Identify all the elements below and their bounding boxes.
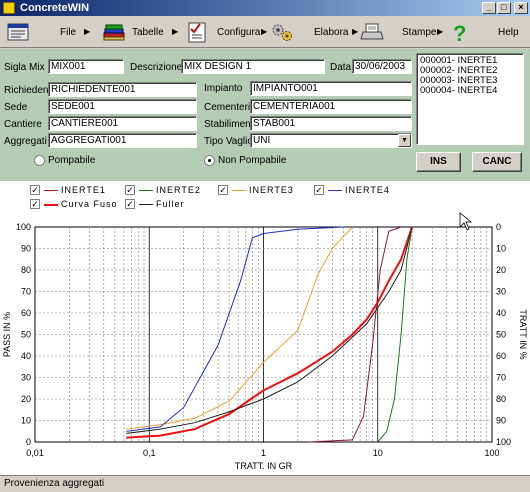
x-axis-label: TRATT. IN GR — [235, 461, 293, 471]
y-axis-label-right: TRATT IN % — [518, 309, 528, 359]
descrizione-label: Descrizione — [130, 62, 183, 73]
y-tick-label-right: 90 — [496, 416, 506, 426]
menu-elabora-label: Elabora — [314, 27, 349, 38]
checklist-icon — [188, 22, 206, 43]
y-tick-label-right: 0 — [496, 222, 501, 232]
sede-label: Sede — [4, 102, 28, 113]
y-tick-label-right: 20 — [496, 265, 506, 275]
impianto-field[interactable]: IMPIANTO001 — [250, 81, 412, 96]
menu-help-label: Help — [498, 27, 519, 38]
menu-tabelle-label: Tabelle — [132, 27, 164, 38]
maximize-button[interactable]: □ — [497, 2, 511, 14]
sede-field[interactable]: SEDE001 — [48, 99, 197, 114]
y-tick-label: 10 — [21, 416, 31, 426]
menu-help[interactable]: ? Help — [448, 19, 524, 45]
app-icon — [3, 2, 15, 14]
y-tick-label-right: 30 — [496, 287, 506, 297]
non-pompabile-label: Non Pompabile — [218, 155, 287, 166]
y-tick-label-right: 100 — [496, 437, 511, 447]
menu-configura-label: Configura — [217, 27, 261, 38]
books-icon — [103, 24, 125, 41]
window-title: ConcreteWIN — [20, 2, 90, 14]
cementeria-field[interactable]: CEMENTERIA001 — [250, 99, 412, 114]
y-tick-label: 40 — [21, 351, 31, 361]
chevron-down-icon: ▶ — [352, 27, 359, 36]
menu-stampe-label: Stampe — [402, 27, 437, 38]
y-tick-label: 60 — [21, 308, 31, 318]
descrizione-field[interactable]: MIX DESIGN 1 — [181, 59, 325, 74]
chevron-down-icon: ▶ — [84, 27, 91, 36]
y-tick-label: 20 — [21, 394, 31, 404]
menu-file-label: File — [60, 27, 77, 38]
chart-area: ✓ INERTE1 ✓ INERTE2 ✓ INERTE3 ✓ INERTE4 ✓ Curva F… — [0, 181, 530, 475]
chevron-down-icon: ▶ — [261, 27, 268, 36]
printer-icon — [360, 23, 384, 40]
file-icon — [7, 23, 29, 41]
non-pompabile-radio[interactable] — [204, 155, 215, 166]
chevron-down-icon: ▶ — [437, 27, 444, 36]
data-label: Data — [330, 62, 352, 73]
gears-icon — [272, 24, 292, 41]
y-tick-label: 90 — [21, 244, 31, 254]
inerti-listbox[interactable]: 000001- INERTE1 000002- INERTE2 000003- … — [416, 53, 524, 145]
menu-tabelle[interactable]: Tabelle ▶ — [100, 19, 180, 45]
y-tick-label-right: 10 — [496, 244, 506, 254]
svg-text:?: ? — [453, 21, 466, 43]
toolbar: File ▶ Tabelle ▶ Configura ▶ Elabora ▶ S… — [0, 16, 530, 48]
menu-configura[interactable]: Configura ▶ — [185, 19, 275, 45]
grading-chart: 0102030405060708090100100908070605040302… — [2, 212, 528, 471]
stabilimento-field[interactable]: STAB001 — [250, 116, 412, 131]
y-tick-label: 50 — [21, 330, 31, 340]
pompabile-radio[interactable] — [34, 155, 45, 166]
status-bar: Provenienza aggregati — [0, 475, 530, 492]
tipo-vaglio-label: Tipo Vaglio — [204, 136, 253, 147]
sigla-mix-field[interactable]: MIX001 — [48, 59, 124, 74]
cantiere-label: Cantiere — [4, 119, 42, 130]
x-tick-label: 10 — [373, 448, 383, 458]
cantiere-field[interactable]: CANTIERE001 — [48, 116, 197, 131]
minimize-button[interactable]: _ — [482, 2, 496, 14]
aggregati-label: Aggregati — [4, 136, 47, 147]
chevron-down-icon: ▶ — [172, 27, 179, 36]
tipo-vaglio-select[interactable]: UNI — [250, 133, 412, 148]
richiedente-field[interactable]: RICHIEDENTE001 — [48, 82, 197, 97]
chevron-down-icon[interactable]: ▼ — [398, 134, 411, 147]
y-tick-label-right: 80 — [496, 394, 506, 404]
help-icon: ? — [453, 21, 466, 43]
x-tick-label: 1 — [261, 448, 266, 458]
y-axis-label-left: PASS IN % — [2, 312, 12, 357]
x-tick-label: 100 — [484, 448, 499, 458]
y-tick-label-right: 70 — [496, 373, 506, 383]
impianto-label: Impianto — [204, 83, 243, 94]
x-tick-label: 0,1 — [143, 448, 156, 458]
menu-stampe[interactable]: Stampe ▶ — [360, 19, 445, 45]
title-bar: ConcreteWIN _ □ × — [0, 0, 530, 16]
y-tick-label: 30 — [21, 373, 31, 383]
mix-form: Sigla Mix MIX001 Descrizione MIX DESIGN … — [0, 49, 530, 181]
cementeria-label: Cementeria — [204, 102, 256, 113]
close-button[interactable]: × — [514, 2, 528, 14]
y-tick-label-right: 50 — [496, 330, 506, 340]
sigla-mix-label: Sigla Mix — [4, 62, 45, 73]
y-tick-label: 0 — [26, 437, 31, 447]
y-tick-label: 80 — [21, 265, 31, 275]
y-tick-label-right: 60 — [496, 351, 506, 361]
x-tick-label: 0,01 — [26, 448, 44, 458]
menu-elabora[interactable]: Elabora ▶ — [270, 19, 360, 45]
canc-button[interactable]: CANC — [472, 152, 522, 172]
y-tick-label: 70 — [21, 287, 31, 297]
aggregati-field[interactable]: AGGREGATI001 — [48, 133, 197, 148]
y-tick-label-right: 40 — [496, 308, 506, 318]
data-field[interactable]: 30/06/2003 — [352, 59, 412, 74]
ins-button[interactable]: INS — [416, 152, 461, 172]
pompabile-label: Pompabile — [48, 155, 96, 166]
y-tick-label: 100 — [16, 222, 31, 232]
list-item[interactable]: 000004- INERTE4 — [420, 86, 520, 96]
menu-file[interactable]: File ▶ — [4, 19, 90, 45]
